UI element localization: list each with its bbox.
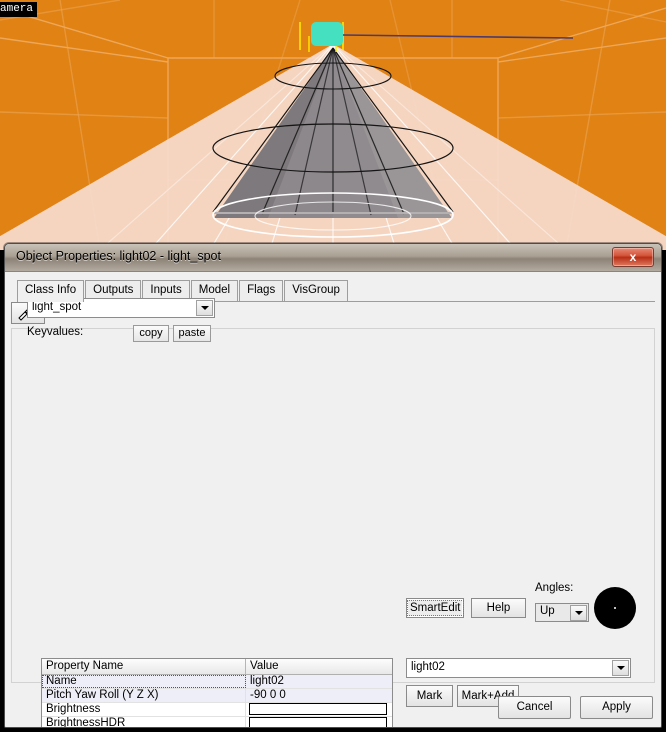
viewport-3d[interactable]: amera xyxy=(0,0,666,250)
target-combobox[interactable]: light02 xyxy=(406,658,631,678)
cancel-button[interactable]: Cancel xyxy=(498,696,571,719)
tab-class-info[interactable]: Class Info xyxy=(17,280,85,302)
angles-combobox[interactable]: Up xyxy=(535,603,589,622)
column-header-property-name: Property Name xyxy=(42,659,246,674)
class-value: light_spot xyxy=(32,301,82,313)
object-properties-dialog: Object Properties: light02 - light_spot … xyxy=(4,243,662,728)
chevron-down-icon[interactable] xyxy=(196,300,213,316)
tab-visgroup[interactable]: VisGroup xyxy=(284,280,348,301)
viewport-render xyxy=(0,0,666,250)
column-header-value: Value xyxy=(250,660,279,672)
apply-button[interactable]: Apply xyxy=(580,696,653,719)
help-button[interactable]: Help xyxy=(471,598,526,618)
dialog-footer: Cancel Apply xyxy=(5,683,661,727)
property-grid-header: Property Name Value xyxy=(42,659,392,675)
angles-dial-dot xyxy=(614,607,616,609)
copy-button[interactable]: copy xyxy=(133,325,169,342)
close-icon[interactable]: x xyxy=(612,247,654,267)
chevron-down-icon[interactable] xyxy=(570,605,587,621)
dialog-body: Class Info Outputs Inputs Model Flags VisGrou… xyxy=(5,272,661,727)
dialog-title: Object Properties: light02 - light_spot xyxy=(16,249,221,263)
target-value: light02 xyxy=(411,661,445,673)
tab-flags[interactable]: Flags xyxy=(239,280,284,301)
angles-label: Angles: xyxy=(535,582,574,594)
smartedit-button[interactable]: SmartEdit xyxy=(406,598,464,618)
class-info-panel xyxy=(11,328,655,683)
keyvalues-label: Keyvalues: xyxy=(27,326,84,338)
camera-label: amera xyxy=(0,2,38,17)
angles-dial[interactable] xyxy=(594,587,636,629)
dialog-titlebar[interactable]: Object Properties: light02 - light_spot … xyxy=(5,244,661,272)
angles-value: Up xyxy=(540,605,555,617)
paste-button[interactable]: paste xyxy=(173,325,211,342)
smartedit-label: SmartEdit xyxy=(407,600,464,616)
chevron-down-icon[interactable] xyxy=(612,660,629,676)
